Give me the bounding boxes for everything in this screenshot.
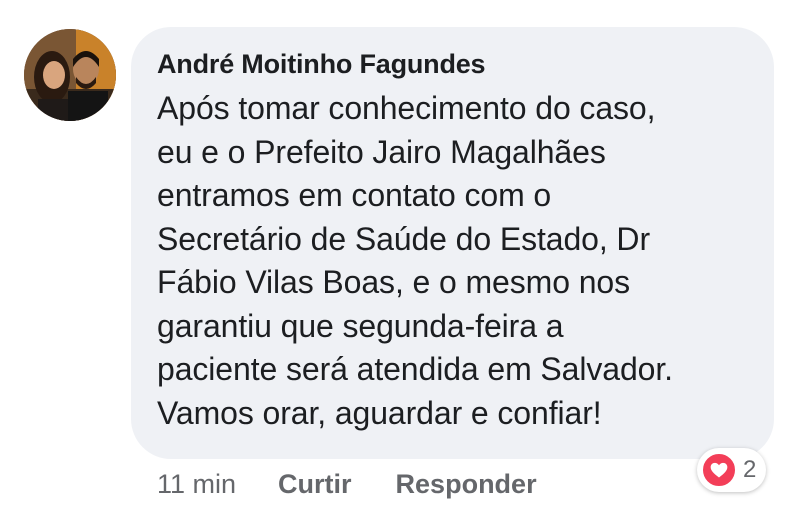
reply-button[interactable]: Responder — [396, 466, 537, 502]
heart-icon — [701, 452, 737, 488]
avatar[interactable] — [24, 29, 116, 121]
comment-bubble: André Moitinho Fagundes Após tomar conhe… — [131, 27, 774, 459]
comment-text: Após tomar conhecimento do caso, eu e o … — [157, 90, 673, 431]
comment-actions: 11 min Curtir Responder — [157, 466, 581, 502]
reaction-count: 2 — [743, 456, 757, 483]
like-button[interactable]: Curtir — [278, 466, 352, 502]
avatar-photo — [24, 29, 116, 121]
comment-timestamp[interactable]: 11 min — [157, 466, 236, 502]
comment-author[interactable]: André Moitinho Fagundes — [157, 47, 754, 81]
comment: André Moitinho Fagundes Após tomar conhe… — [0, 0, 800, 517]
reactions-badge[interactable]: 2 — [697, 448, 767, 492]
